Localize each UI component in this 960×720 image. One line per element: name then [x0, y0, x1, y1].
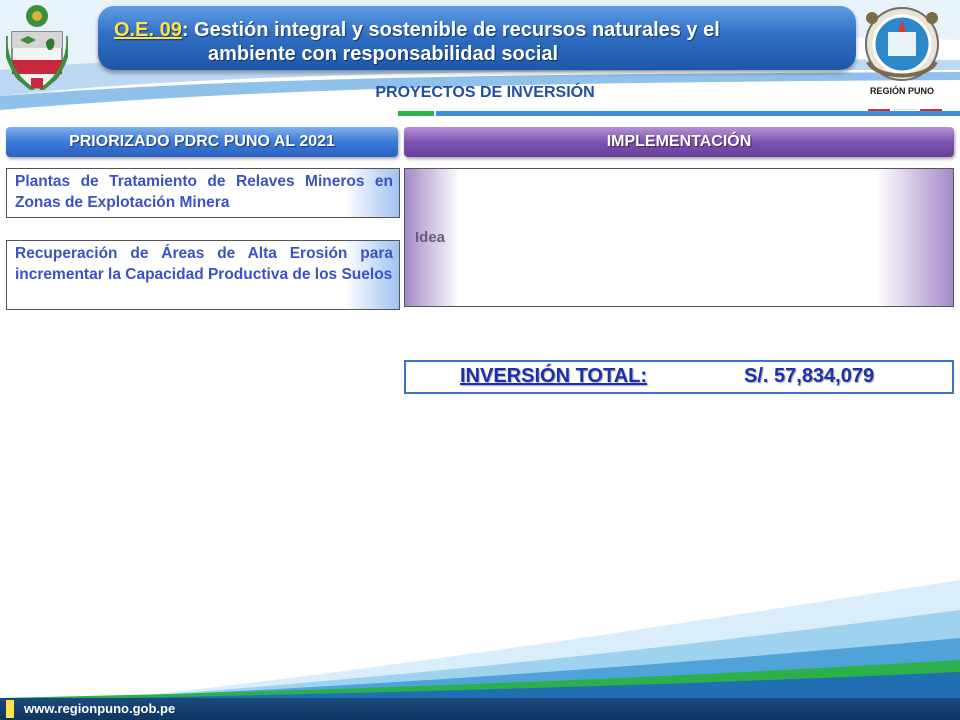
- total-investment-box: INVERSIÓN TOTAL: S/. 57,834,079: [404, 360, 954, 394]
- footer-background: [0, 580, 960, 720]
- footer-accent: [6, 700, 14, 718]
- region-logo-text: REGIÓN PUNO: [869, 86, 934, 96]
- region-flag-stripes: [868, 102, 950, 115]
- project-item-2: Recuperación de Áreas de Alta Erosión pa…: [6, 240, 400, 310]
- subtitle-accent-green: [398, 111, 434, 116]
- subtitle-accent-blue: [436, 111, 960, 116]
- footer-website-link[interactable]: www.regionpuno.gob.pe: [24, 701, 175, 716]
- region-puno-logo-icon: [865, 7, 939, 81]
- implementation-header: IMPLEMENTACIÓN: [404, 127, 954, 157]
- title-line-2: ambiente con responsabilidad social: [208, 43, 559, 65]
- total-investment-value: S/. 57,834,079: [744, 365, 875, 387]
- peru-coat-of-arms-icon: [6, 5, 68, 90]
- objective-code: O.E. 09: [114, 19, 182, 41]
- project-item-1: Plantas de Tratamiento de Relaves Minero…: [6, 168, 400, 218]
- total-investment-label: INVERSIÓN TOTAL:: [460, 365, 648, 387]
- page-subtitle: PROYECTOS DE INVERSIÓN: [375, 84, 595, 101]
- title-line-1: Gestión integral y sostenible de recurso…: [188, 19, 720, 41]
- implementation-stage: Idea: [415, 229, 446, 246]
- page-title: O.E. 09: Gestión integral y sostenible d…: [114, 18, 842, 66]
- prioritized-header: PRIORIZADO PDRC PUNO AL 2021: [6, 127, 398, 157]
- implementation-panel: Idea: [404, 168, 954, 307]
